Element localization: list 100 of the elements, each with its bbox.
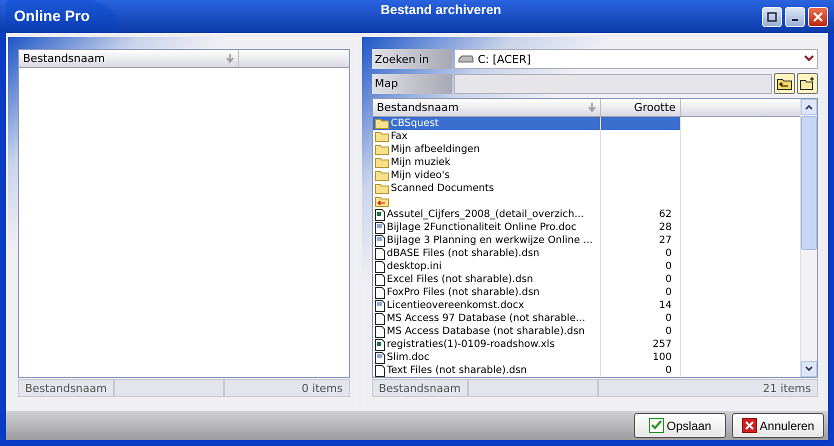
file-name: Text Files (not sharable).dsn: [386, 364, 527, 377]
file-row[interactable]: Bijlage 2Functionaliteit Online Pro.doc 28: [372, 221, 681, 234]
file-row[interactable]: Text Files (not sharable).dsn 0: [372, 364, 681, 377]
file-size: 0: [665, 248, 672, 259]
item-count: 21 items: [598, 379, 818, 397]
spreadsheet-icon: [374, 338, 385, 350]
file-row[interactable]: desktop.ini 0: [372, 260, 681, 273]
file-name: Excel Files (not sharable).dsn: [386, 273, 534, 286]
column-header[interactable]: Grootte: [600, 99, 681, 116]
file-name: Assutel_Cijfers_2008_(detail_overzich...: [386, 208, 584, 221]
checkmark-icon: [648, 418, 664, 433]
file-size: 0: [665, 326, 672, 337]
file-row[interactable]: Slim.doc 100: [372, 351, 681, 364]
file-row[interactable]: dBASE Files (not sharable).dsn 0: [372, 247, 681, 260]
file-name: FoxPro Files (not sharable).dsn: [386, 286, 540, 299]
file-name: CBSquest: [390, 117, 439, 130]
file-row[interactable]: registraties(1)-0109-roadshow.xls 257: [372, 338, 681, 351]
file-name: Bijlage 2Functionaliteit Online Pro.doc: [386, 221, 577, 234]
file-name: Scanned Documents: [390, 182, 494, 195]
chevron-up-icon: [805, 104, 813, 110]
app-name: Online Pro: [6, 0, 120, 33]
document-icon: [374, 222, 385, 234]
item-count: 0 items: [224, 379, 350, 397]
file-row[interactable]: Bijlage 3 Planning en werkwijze Online ... 27: [372, 234, 681, 247]
file-name: Fax: [390, 130, 408, 143]
folder-icon: [374, 183, 389, 194]
save-button[interactable]: Opslaan: [634, 413, 726, 438]
look-in-dropdown[interactable]: C: [ACER]: [454, 49, 818, 69]
scroll-down-button[interactable]: [801, 361, 817, 377]
close-button[interactable]: [808, 6, 828, 26]
folder-icon: [374, 170, 389, 181]
dropdown-value: C: [ACER]: [478, 52, 531, 66]
file-size: 62: [658, 209, 672, 220]
chevron-down-icon: [804, 55, 814, 63]
file-name: desktop.ini: [386, 260, 442, 273]
file-row[interactable]: Assutel_Cijfers_2008_(detail_overzich... 62: [372, 208, 681, 221]
file-name: Bijlage 3 Planning en werkwijze Online ...: [386, 234, 593, 247]
file-name: registraties(1)-0109-roadshow.xls: [386, 338, 555, 351]
scroll-thumb[interactable]: [801, 116, 817, 250]
file-row[interactable]: Excel Files (not sharable).dsn 0: [372, 273, 681, 286]
new-folder-button[interactable]: [797, 73, 818, 94]
sort-arrow-icon: [588, 103, 596, 112]
file-name: dBASE Files (not sharable).dsn: [386, 247, 540, 260]
file-icon: [374, 286, 385, 298]
file-row[interactable]: Fax: [372, 130, 681, 143]
field-label: Zoeken in: [372, 49, 452, 69]
drive-icon: [458, 55, 474, 63]
file-icon: [374, 260, 385, 272]
file-name: Mijn video's: [390, 169, 450, 182]
minimize-icon: [792, 18, 798, 20]
restore-button[interactable]: [762, 6, 782, 26]
column-header[interactable]: Bestandsnaam: [372, 99, 601, 116]
new-folder-icon: [800, 77, 815, 90]
document-icon: [374, 352, 385, 364]
file-row[interactable]: CBSquest: [372, 117, 681, 130]
file-size: 100: [652, 352, 672, 363]
field-label: Map: [372, 74, 452, 94]
file-icon: [374, 312, 385, 324]
sort-arrow-icon: [226, 54, 234, 63]
up-folder-icon: [777, 78, 792, 90]
spreadsheet-icon: [374, 208, 385, 220]
file-row[interactable]: FoxPro Files (not sharable).dsn 0: [372, 286, 681, 299]
file-row[interactable]: Scanned Documents: [372, 182, 681, 195]
file-name: MS Access 97 Database (not sharable...: [386, 312, 586, 325]
close-icon: [813, 12, 823, 22]
up-folder-icon: [374, 196, 389, 207]
file-name: Mijn afbeeldingen: [390, 143, 480, 156]
file-size: 28: [658, 222, 672, 233]
file-row[interactable]: Licentieovereenkomst.docx 14: [372, 299, 681, 312]
file-row[interactable]: Mijn muziek: [372, 156, 681, 169]
minimize-button[interactable]: [785, 6, 805, 26]
document-icon: [374, 234, 385, 246]
status-label: Bestandsnaam: [18, 379, 114, 397]
cancel-button[interactable]: Annuleren: [732, 413, 824, 438]
file-size: 257: [652, 339, 672, 350]
folder-icon: [374, 157, 389, 168]
scroll-up-button[interactable]: [801, 99, 817, 115]
file-size: 0: [665, 274, 672, 285]
close-icon: [742, 418, 757, 433]
file-row[interactable]: MS Access 97 Database (not sharable... 0: [372, 312, 681, 325]
file-name: Licentieovereenkomst.docx: [386, 299, 524, 312]
file-size: 27: [658, 235, 672, 246]
file-icon: [374, 274, 385, 286]
file-row[interactable]: MS Access Database (not sharable).dsn 0: [372, 325, 681, 338]
window-icon: [767, 12, 777, 22]
file-size: 0: [665, 261, 672, 272]
file-icon: [374, 326, 385, 338]
window-title: Bestand archiveren: [380, 2, 502, 17]
up-folder-button[interactable]: [774, 73, 795, 94]
file-name: MS Access Database (not sharable).dsn: [386, 325, 585, 338]
document-icon: [374, 300, 385, 312]
file-size: 0: [665, 365, 672, 376]
file-icon: [374, 248, 385, 260]
chevron-down-icon: [805, 366, 813, 372]
scrollbar[interactable]: [800, 99, 817, 377]
file-row[interactable]: Mijn afbeeldingen: [372, 143, 681, 156]
file-row[interactable]: Mijn video's: [372, 169, 681, 182]
file-size: 0: [665, 287, 672, 298]
file-size: 0: [665, 313, 672, 324]
file-name: Mijn muziek: [390, 156, 450, 169]
